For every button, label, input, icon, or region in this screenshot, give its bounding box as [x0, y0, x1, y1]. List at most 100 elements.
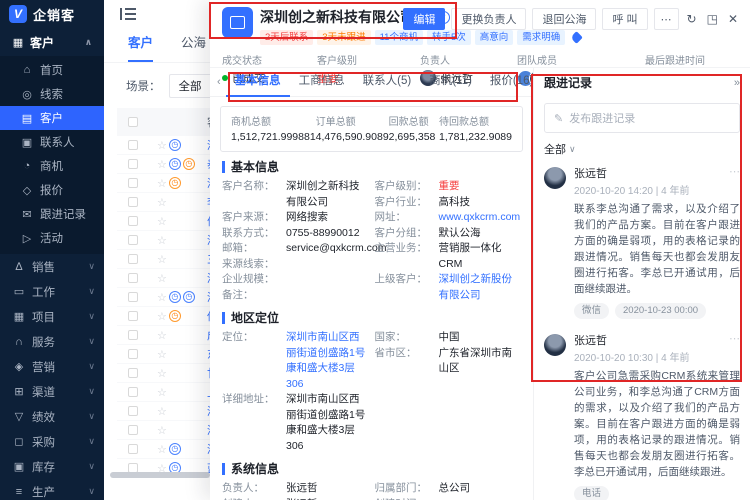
field-label: 详细地址： [222, 392, 286, 454]
stat-value: 2,695,358 [389, 131, 439, 143]
collapse-panel-icon[interactable]: » [734, 77, 740, 89]
stat-block: 回款总额2,695,358 [389, 113, 439, 143]
sidebar-item-quotes[interactable]: ◇报价 [0, 178, 104, 202]
followup-filter[interactable]: 全部 ∨ [534, 133, 750, 159]
row-checkbox[interactable] [128, 406, 138, 416]
sidebar-item-customers[interactable]: ▤客户 [0, 106, 104, 130]
tabs-prev-arrow[interactable]: ‹ [212, 76, 226, 88]
sidebar-section-procurement[interactable]: ◻采购∨ [0, 429, 104, 454]
sidebar-section-inventory[interactable]: ▣库存∨ [0, 454, 104, 479]
star-icon[interactable]: ☆ [157, 443, 167, 456]
drawer-body: ‹ 基本信息工商信息联系人(5)商机(11)报价(16)样品(4) › 商机总额… [210, 67, 750, 500]
row-checkbox[interactable] [128, 292, 138, 302]
row-checkbox[interactable] [128, 159, 138, 169]
star-icon[interactable]: ☆ [157, 215, 167, 228]
followup-record: 张远哲⋯2020-10-20 14:20 | 4 年前联系李总沟通了需求，以及介… [534, 159, 750, 326]
sidebar-item-activities[interactable]: ▷活动 [0, 226, 104, 250]
row-checkbox[interactable] [128, 254, 138, 264]
row-checkbox[interactable] [128, 425, 138, 435]
section-title: 基本信息 [222, 161, 521, 173]
row-checkbox[interactable] [128, 368, 138, 378]
detail-tab-0[interactable]: 基本信息 [226, 68, 290, 97]
row-checkbox[interactable] [128, 197, 138, 207]
field-value[interactable]: 深圳市南山区西丽街道创盛路1号康和盛大楼3层306 [286, 330, 369, 392]
row-checkbox[interactable] [128, 140, 138, 150]
company-avatar [222, 7, 253, 38]
fullscreen-icon[interactable]: ◳ [705, 12, 720, 26]
row-checkbox[interactable] [128, 349, 138, 359]
refresh-icon[interactable]: ↻ [685, 12, 699, 26]
collapse-sidebar-icon[interactable] [120, 8, 136, 20]
row-checkbox[interactable] [128, 273, 138, 283]
select-all-checkbox[interactable] [128, 117, 138, 127]
star-icon[interactable]: ☆ [157, 424, 167, 437]
record-more-button[interactable]: ⋯ [729, 165, 740, 178]
star-icon[interactable]: ☆ [157, 386, 167, 399]
sidebar-section-marketing[interactable]: ◈营销∨ [0, 354, 104, 379]
star-icon[interactable]: ☆ [157, 196, 167, 209]
field-value[interactable]: www.qxkcrm.com [439, 210, 522, 226]
detail-tab-2[interactable]: 联系人(5) [354, 68, 421, 97]
sidebar-item-contacts[interactable]: ▣联系人 [0, 130, 104, 154]
row-checkbox[interactable] [128, 311, 138, 321]
field-row: 客户行业：高科技 [375, 195, 522, 211]
app-logo: V 企销客 [0, 0, 104, 28]
sidebar-section-work[interactable]: ▭工作∨ [0, 279, 104, 304]
star-icon[interactable]: ☆ [157, 367, 167, 380]
field-row: 负责人：张远哲 [222, 481, 369, 497]
return-to-sea-button[interactable]: 退回公海 [532, 8, 596, 30]
row-checkbox[interactable] [128, 216, 138, 226]
horizontal-scrollbar[interactable] [110, 472, 210, 478]
star-icon[interactable]: ☆ [157, 291, 167, 304]
detail-tab-1[interactable]: 工商信息 [290, 68, 354, 97]
drawer-header: 深圳创之新科技有限公司 ✓ ✓ ☆ 2天后联系3天未跟进11个商机转手5次高意向… [210, 0, 750, 45]
star-icon[interactable]: ☆ [157, 139, 167, 152]
sidebar-section-services[interactable]: ∩服务∨ [0, 329, 104, 354]
more-actions-button[interactable]: ⋯ [654, 8, 679, 30]
star-icon[interactable]: ☆ [157, 272, 167, 285]
row-checkbox[interactable] [128, 178, 138, 188]
edit-button[interactable]: 编辑 [403, 8, 445, 30]
row-checkbox[interactable] [128, 330, 138, 340]
field-row: 省市区：广东省深圳市南山区 [375, 346, 522, 377]
star-icon[interactable]: ☆ [157, 329, 167, 342]
call-button[interactable]: 呼 叫 [602, 8, 647, 30]
quotes-icon: ◇ [21, 184, 33, 197]
field-row: 详细地址：深圳市南山区西丽街道创盛路1号康和盛大楼3层306 [222, 392, 369, 454]
star-icon[interactable]: ☆ [157, 234, 167, 247]
chevron-down-icon: ∨ [88, 411, 95, 422]
list-tab-0[interactable]: 客户 [128, 32, 153, 62]
star-icon[interactable]: ☆ [157, 158, 167, 171]
sidebar-item-leads[interactable]: ◎线索 [0, 82, 104, 106]
sidebar-item-opportunities[interactable]: ◔商机 [0, 154, 104, 178]
sidebar-section-projects[interactable]: ▦项目∨ [0, 304, 104, 329]
field-label: 备注： [222, 288, 286, 304]
field-value[interactable]: 深圳创之新股份有限公司 [439, 272, 522, 303]
list-tab-1[interactable]: 公海 [181, 32, 206, 62]
sidebar-item-followups[interactable]: ✉跟进记录 [0, 202, 104, 226]
star-icon[interactable]: ☆ [157, 310, 167, 323]
publish-followup-input[interactable]: ✎ 发布跟进记录 [544, 103, 740, 133]
detail-tab-3[interactable]: 商机(11) [420, 68, 481, 97]
sidebar-section-production[interactable]: ≡生产∨ [0, 479, 104, 500]
close-icon[interactable]: ✕ [726, 12, 740, 26]
sidebar-section-performance[interactable]: ▽绩效∨ [0, 404, 104, 429]
change-owner-button[interactable]: 更换负责人 [451, 8, 526, 30]
chevron-down-icon: ∨ [88, 361, 95, 372]
star-icon[interactable]: ☆ [157, 348, 167, 361]
sidebar-section-label: 项目 [32, 309, 55, 325]
row-checkbox[interactable] [128, 387, 138, 397]
row-checkbox[interactable] [128, 235, 138, 245]
sidebar-section-sales[interactable]: ∆销售∨ [0, 254, 104, 279]
star-icon[interactable]: ☆ [157, 253, 167, 266]
star-icon[interactable]: ☆ [157, 405, 167, 418]
record-more-button[interactable]: ⋯ [729, 332, 740, 345]
detail-tab-4[interactable]: 报价(16) [481, 68, 533, 97]
sidebar-group-customers[interactable]: ▦ 客户 ∧ [0, 28, 104, 56]
field-row: 归属部门：总公司 [375, 481, 522, 497]
sidebar-item-home[interactable]: ⌂首页 [0, 58, 104, 82]
star-icon[interactable]: ☆ [157, 177, 167, 190]
row-checkbox[interactable] [128, 444, 138, 454]
sidebar-section-channels[interactable]: ⊞渠道∨ [0, 379, 104, 404]
tag-label-icon[interactable] [570, 31, 583, 44]
